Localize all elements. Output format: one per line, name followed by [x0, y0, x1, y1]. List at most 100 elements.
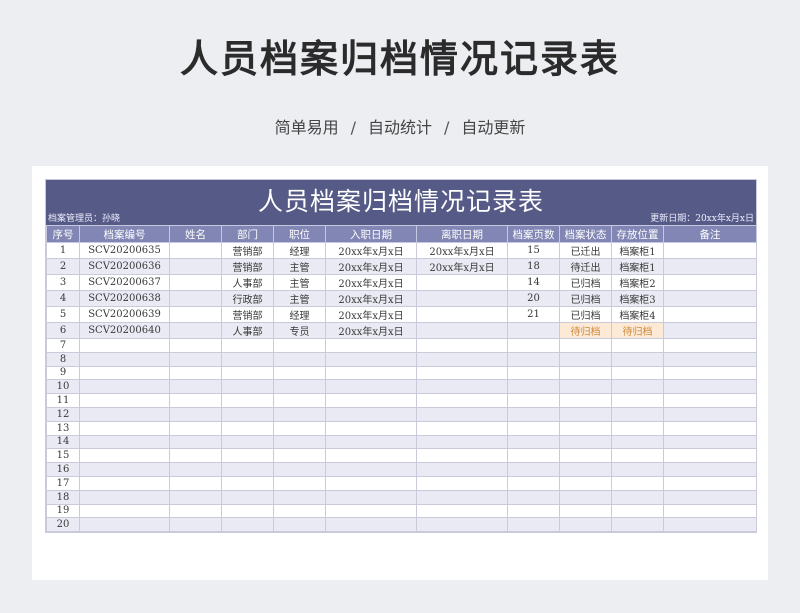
table-cell[interactable]: 已归档 — [559, 290, 612, 307]
table-cell[interactable]: 已归档 — [559, 306, 612, 323]
table-cell[interactable]: 19 — [46, 503, 80, 519]
table-cell[interactable] — [507, 448, 560, 464]
table-cell[interactable] — [416, 448, 508, 464]
table-cell[interactable] — [416, 393, 508, 408]
table-cell[interactable]: 已迁出 — [559, 242, 612, 259]
table-cell[interactable] — [79, 393, 170, 408]
table-cell[interactable]: SCV20200637 — [79, 274, 170, 291]
table-cell[interactable] — [221, 434, 274, 450]
table-cell[interactable] — [663, 365, 757, 381]
table-cell[interactable]: 18 — [507, 258, 560, 275]
table-cell[interactable] — [169, 434, 222, 450]
table-cell[interactable] — [221, 365, 274, 381]
table-cell[interactable] — [169, 365, 222, 381]
table-cell[interactable]: 主管 — [273, 258, 326, 275]
table-cell[interactable]: 7 — [46, 338, 80, 353]
table-cell[interactable]: SCV20200636 — [79, 258, 170, 275]
table-cell[interactable] — [169, 420, 222, 436]
table-cell[interactable]: 20xx年x月x日 — [325, 274, 417, 291]
table-cell[interactable] — [559, 462, 612, 477]
table-cell[interactable]: 20xx年x月x日 — [325, 242, 417, 259]
table-cell[interactable]: 营销部 — [221, 242, 274, 259]
table-cell[interactable] — [221, 489, 274, 505]
table-cell[interactable] — [611, 420, 664, 436]
table-cell[interactable] — [79, 503, 170, 519]
table-cell[interactable]: SCV20200640 — [79, 322, 170, 339]
table-cell[interactable]: 18 — [46, 489, 80, 505]
table-cell[interactable] — [169, 322, 222, 339]
table-cell[interactable]: 已归档 — [559, 274, 612, 291]
table-cell[interactable] — [559, 434, 612, 450]
table-cell[interactable]: SCV20200635 — [79, 242, 170, 259]
table-cell[interactable]: 6 — [46, 322, 80, 339]
table-cell[interactable] — [663, 274, 757, 291]
table-cell[interactable] — [663, 322, 757, 339]
table-cell[interactable] — [79, 475, 170, 491]
table-cell[interactable]: 3 — [46, 274, 80, 291]
table-cell[interactable]: 14 — [46, 434, 80, 450]
table-cell[interactable] — [169, 475, 222, 491]
table-cell[interactable] — [273, 406, 326, 422]
table-cell[interactable]: 1 — [46, 242, 80, 259]
table-cell[interactable] — [611, 393, 664, 408]
table-cell[interactable]: 档案柜4 — [611, 306, 664, 323]
table-cell[interactable] — [273, 475, 326, 491]
table-cell[interactable] — [169, 258, 222, 275]
table-cell[interactable] — [507, 365, 560, 381]
table-cell[interactable]: 15 — [507, 242, 560, 259]
table-cell[interactable] — [221, 475, 274, 491]
column-header[interactable]: 存放位置 — [611, 225, 664, 243]
table-cell[interactable] — [416, 462, 508, 477]
table-cell[interactable] — [325, 503, 417, 519]
table-cell[interactable] — [663, 379, 757, 395]
table-cell[interactable] — [507, 475, 560, 491]
table-cell[interactable] — [221, 517, 274, 533]
table-cell[interactable]: 20xx年x月x日 — [416, 242, 508, 259]
table-cell[interactable] — [416, 475, 508, 491]
table-cell[interactable] — [559, 448, 612, 464]
table-cell[interactable] — [273, 503, 326, 519]
table-cell[interactable] — [325, 338, 417, 353]
table-cell[interactable] — [169, 242, 222, 259]
column-header[interactable]: 档案页数 — [507, 225, 560, 243]
table-cell[interactable] — [416, 503, 508, 519]
table-cell[interactable] — [416, 489, 508, 505]
table-cell[interactable] — [559, 365, 612, 381]
table-cell[interactable] — [663, 434, 757, 450]
table-cell[interactable] — [79, 351, 170, 367]
table-cell[interactable] — [611, 475, 664, 491]
table-cell[interactable]: 20xx年x月x日 — [325, 290, 417, 307]
table-cell[interactable] — [416, 406, 508, 422]
table-cell[interactable] — [79, 448, 170, 464]
table-cell[interactable]: 4 — [46, 290, 80, 307]
table-cell[interactable] — [169, 290, 222, 307]
table-cell[interactable] — [169, 462, 222, 477]
table-cell[interactable] — [169, 338, 222, 353]
table-cell[interactable] — [611, 338, 664, 353]
table-cell[interactable]: 8 — [46, 351, 80, 367]
table-cell[interactable] — [663, 475, 757, 491]
table-cell[interactable] — [79, 406, 170, 422]
table-cell[interactable] — [325, 517, 417, 533]
table-cell[interactable]: 13 — [46, 420, 80, 436]
table-cell[interactable] — [221, 351, 274, 367]
table-cell[interactable] — [611, 434, 664, 450]
table-cell[interactable] — [325, 379, 417, 395]
column-header[interactable]: 档案状态 — [559, 225, 612, 243]
table-cell[interactable] — [221, 503, 274, 519]
table-cell[interactable] — [507, 434, 560, 450]
table-cell[interactable]: 行政部 — [221, 290, 274, 307]
table-cell[interactable] — [221, 393, 274, 408]
table-cell[interactable]: 2 — [46, 258, 80, 275]
table-cell[interactable] — [325, 351, 417, 367]
table-cell[interactable] — [507, 393, 560, 408]
table-cell[interactable]: 20xx年x月x日 — [416, 258, 508, 275]
column-header[interactable]: 职位 — [273, 225, 326, 243]
table-cell[interactable] — [416, 365, 508, 381]
table-cell[interactable]: 17 — [46, 475, 80, 491]
table-cell[interactable] — [221, 338, 274, 353]
table-cell[interactable] — [221, 406, 274, 422]
table-cell[interactable] — [559, 517, 612, 533]
table-cell[interactable] — [273, 351, 326, 367]
table-cell[interactable] — [559, 393, 612, 408]
